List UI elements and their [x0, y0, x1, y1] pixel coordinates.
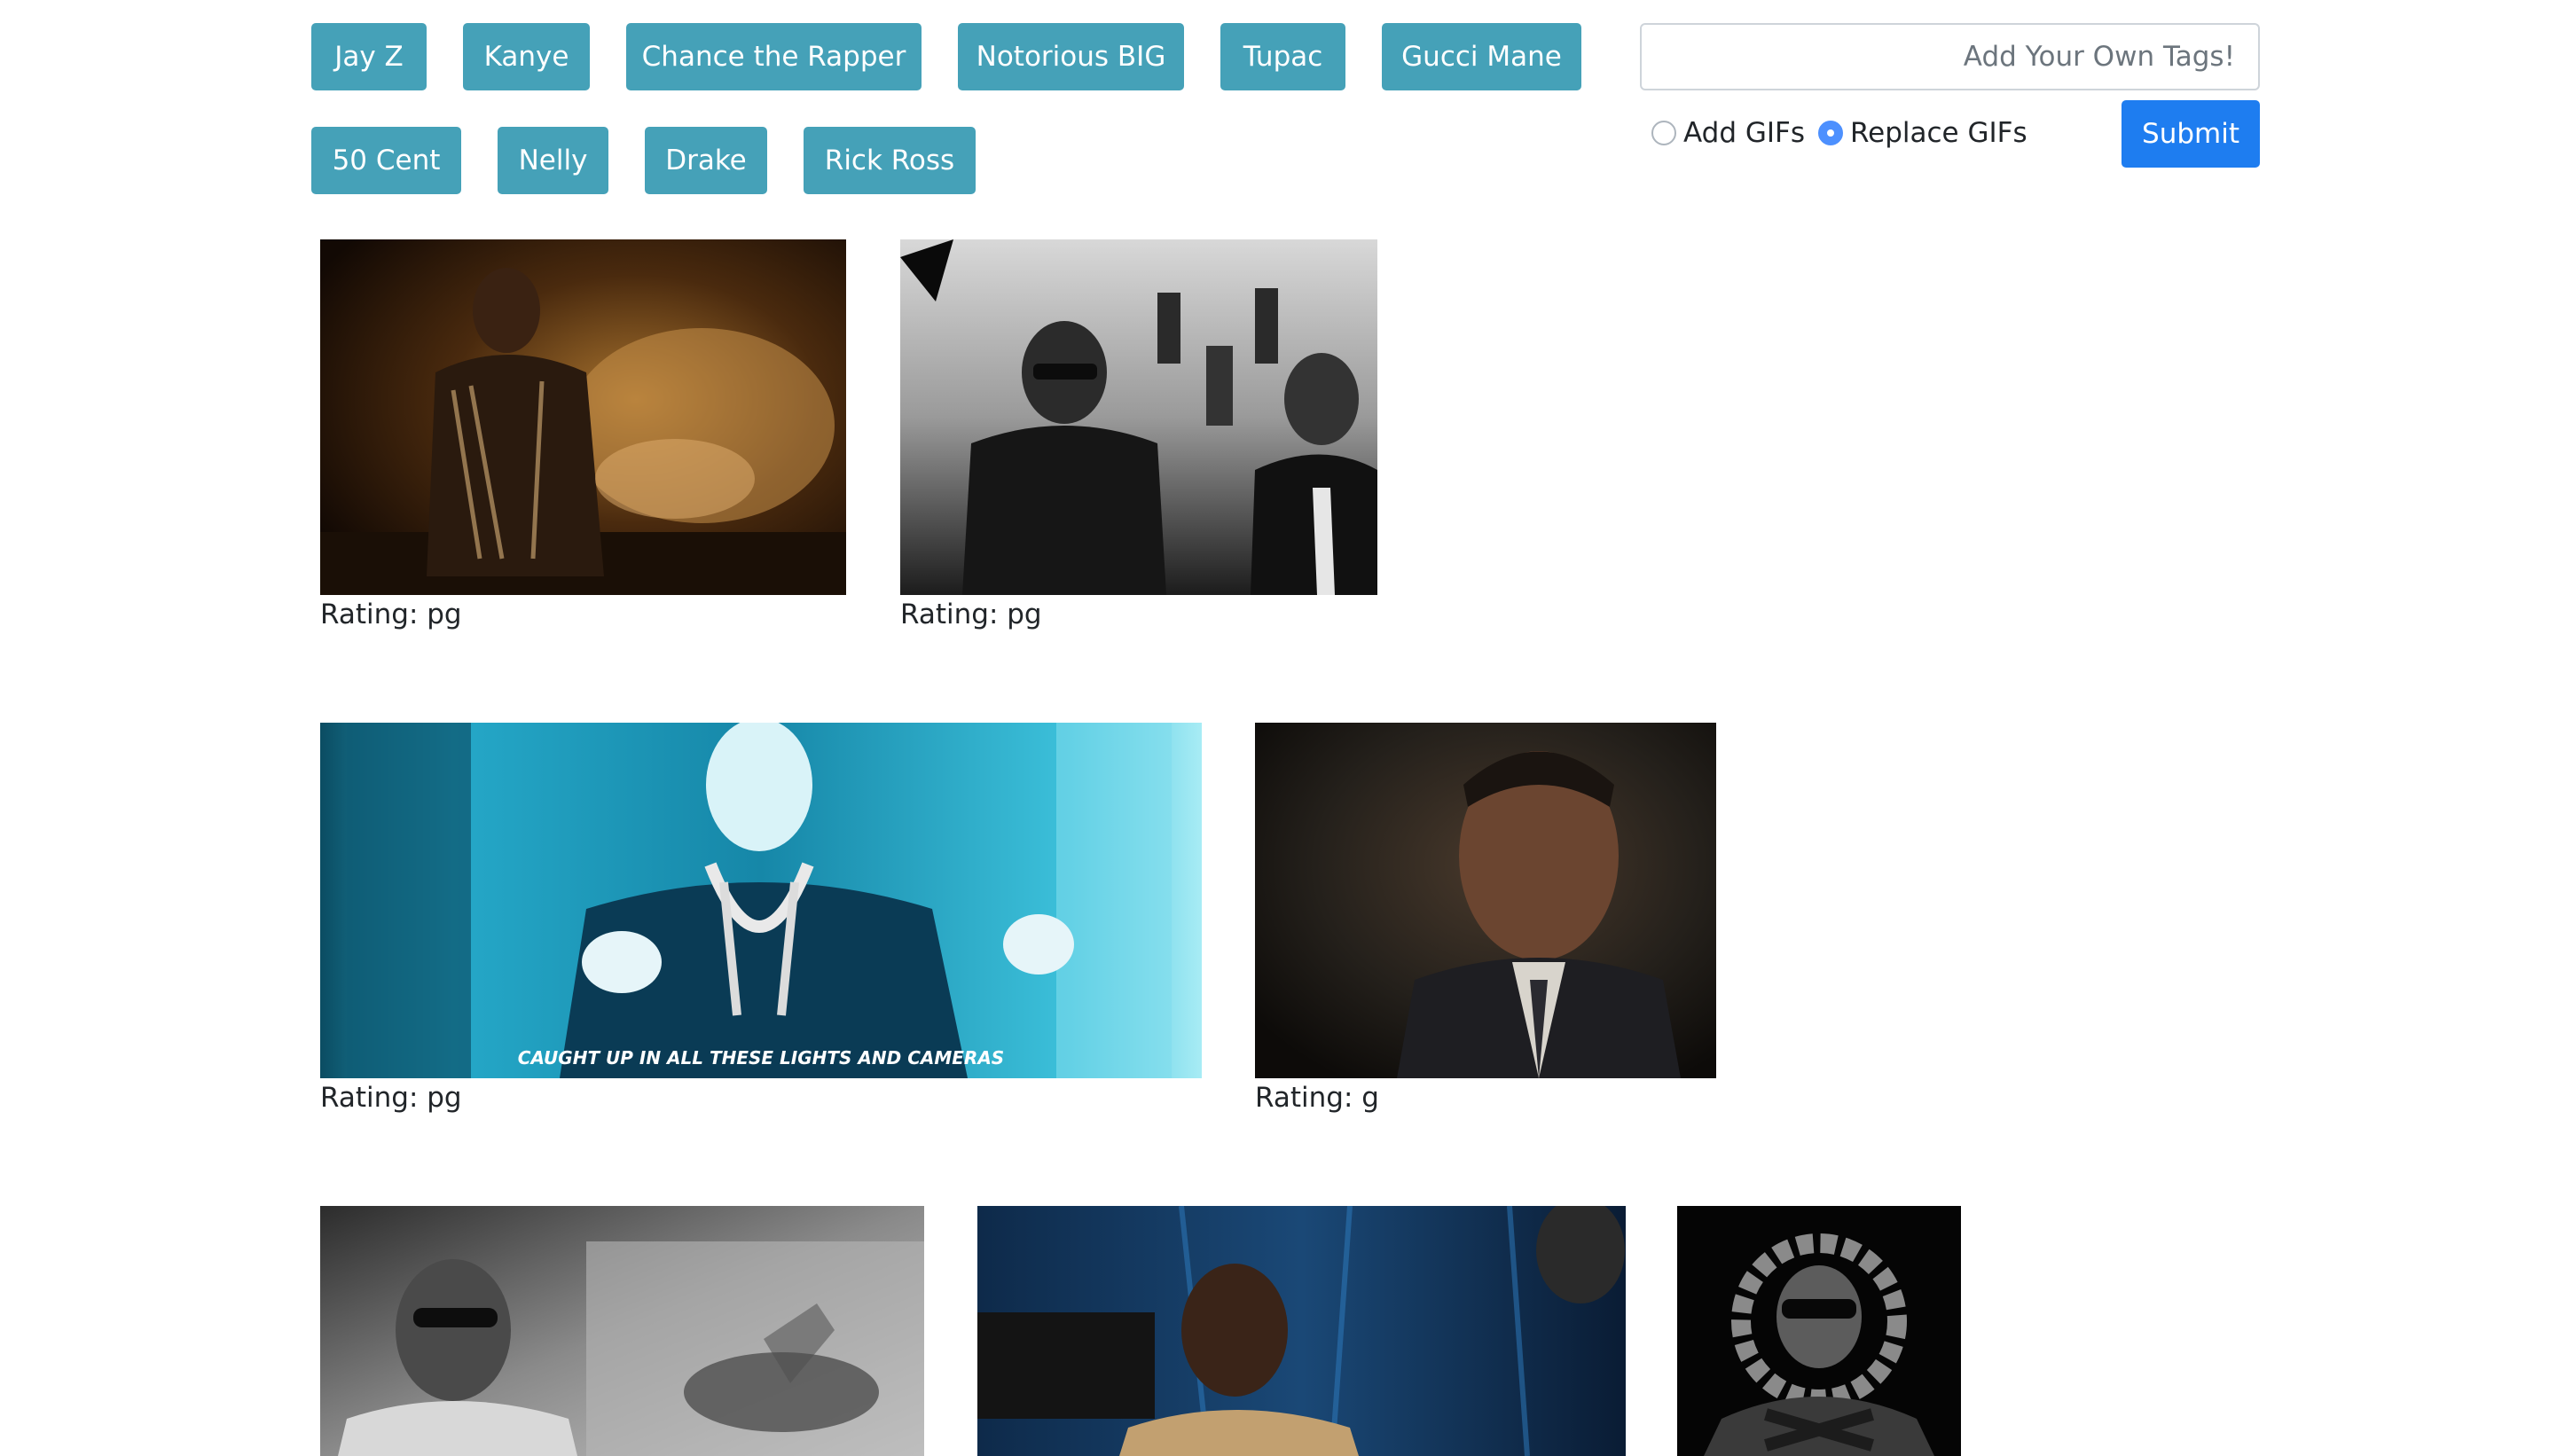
radio-replace-gifs-circle[interactable]	[1818, 121, 1843, 145]
gif-image[interactable]	[320, 239, 846, 595]
tag-button-gucci-mane[interactable]: Gucci Mane	[1382, 23, 1581, 90]
gif-image[interactable]	[1677, 1206, 1961, 1456]
gif-card	[977, 1206, 1626, 1456]
gif-rating: Rating: pg	[320, 1082, 462, 1114]
radio-replace-gifs[interactable]: Replace GIFs	[1818, 115, 2027, 151]
gif-card: Rating: pg	[900, 239, 1377, 630]
gif-caption: CAUGHT UP IN ALL THESE LIGHTS AND CAMERA…	[518, 1047, 1004, 1069]
radio-add-gifs[interactable]: Add GIFs	[1651, 115, 1805, 151]
gif-rating: Rating: pg	[320, 599, 462, 630]
tag-button-chance-the-rapper[interactable]: Chance the Rapper	[626, 23, 922, 90]
custom-tag-input[interactable]	[1640, 23, 2260, 90]
tag-button-tupac[interactable]: Tupac	[1220, 23, 1345, 90]
gif-image[interactable]	[320, 1206, 924, 1456]
gif-card: CAUGHT UP IN ALL THESE LIGHTS AND CAMERA…	[320, 723, 1202, 1114]
radio-replace-gifs-label: Replace GIFs	[1850, 117, 2027, 149]
tag-button-kanye[interactable]: Kanye	[463, 23, 590, 90]
radio-add-gifs-label: Add GIFs	[1683, 117, 1806, 149]
tag-button-rick-ross[interactable]: Rick Ross	[804, 127, 976, 194]
tag-button-50-cent[interactable]: 50 Cent	[311, 127, 461, 194]
gif-image[interactable]	[1255, 723, 1716, 1078]
gif-image[interactable]	[900, 239, 1377, 595]
tag-button-nelly[interactable]: Nelly	[498, 127, 608, 194]
gif-rating: Rating: pg	[900, 599, 1042, 630]
gif-image[interactable]: CAUGHT UP IN ALL THESE LIGHTS AND CAMERA…	[320, 723, 1202, 1078]
tag-button-drake[interactable]: Drake	[645, 127, 767, 194]
gif-rating: Rating: g	[1255, 1082, 1379, 1114]
tag-button-notorious-big[interactable]: Notorious BIG	[958, 23, 1184, 90]
gif-card	[320, 1206, 924, 1456]
gif-card	[1677, 1206, 1961, 1456]
radio-add-gifs-circle[interactable]	[1651, 121, 1676, 145]
gif-card: Rating: g	[1255, 723, 1716, 1114]
gif-image[interactable]	[977, 1206, 1626, 1456]
tag-button-jay-z[interactable]: Jay Z	[311, 23, 427, 90]
submit-button[interactable]: Submit	[2122, 100, 2260, 168]
gif-card: Rating: pg	[320, 239, 846, 630]
